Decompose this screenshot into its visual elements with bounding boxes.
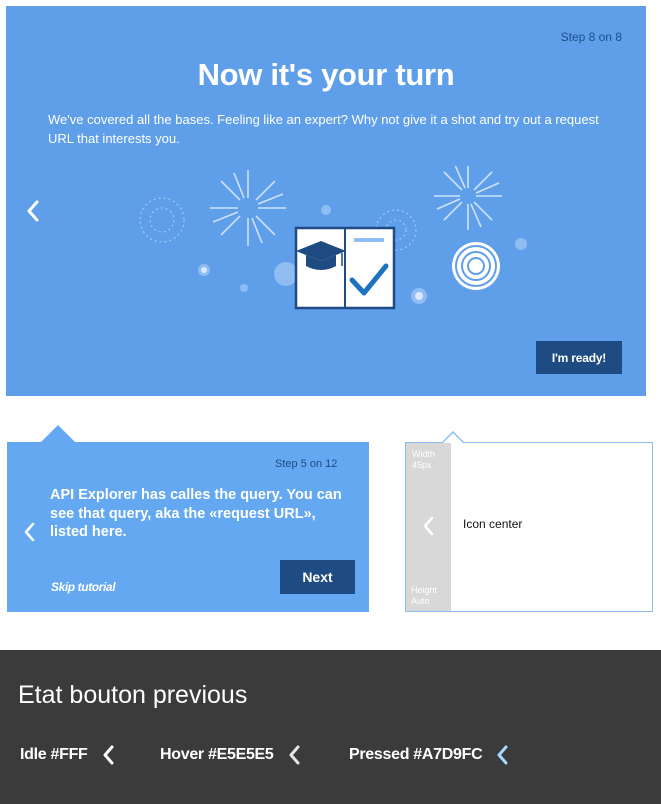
chevron-left-icon [418,511,438,541]
skip-tutorial-link[interactable]: Skip tutorial [51,580,116,594]
chevron-left-icon [288,745,300,765]
previous-button[interactable] [19,517,39,547]
tooltip-message: API Explorer has calles the query. You c… [50,487,342,540]
graduation-book-fireworks-illustration [139,166,527,310]
previous-button[interactable] [19,196,47,226]
chevron-left-icon [27,200,39,222]
step-indicator: Step 5 on 12 [275,458,338,470]
button-states-panel: Etat bouton previous Idle #FFF Hover #E5… [0,650,661,804]
tutorial-tooltip: Step 5 on 12 API Explorer has calles the… [7,425,369,612]
panel-title: Etat bouton previous [18,681,248,709]
state-hover: Hover #E5E5E5 [160,745,300,765]
card-description: We've covered all the bases. Feeling lik… [48,112,599,146]
step-indicator: Step 8 on 8 [560,30,622,44]
state-pressed: Pressed #A7D9FC [349,745,508,765]
state-label: Pressed #A7D9FC [349,746,483,763]
previous-button-spec: Width 45px Height Auto Icon center [405,431,653,612]
height-annotation: Height Auto [411,585,438,606]
chevron-left-icon [102,745,114,765]
card-title: Now it's your turn [197,57,455,92]
im-ready-button[interactable]: I'm ready! [536,341,622,374]
icon-center-note: Icon center [463,517,523,531]
width-annotation: Width 45px [412,449,436,470]
next-button[interactable]: Next [280,560,355,594]
chevron-left-icon [24,522,35,542]
tooltip-pointer [41,425,75,442]
previous-button-area[interactable]: Width 45px Height Auto [406,443,451,611]
tutorial-final-card: Step 8 on 8 Now it's your turn We've cov… [6,6,646,396]
state-idle: Idle #FFF [20,745,114,765]
state-label: Hover #E5E5E5 [160,746,274,763]
chevron-left-icon [496,745,508,765]
state-label: Idle #FFF [20,746,88,763]
